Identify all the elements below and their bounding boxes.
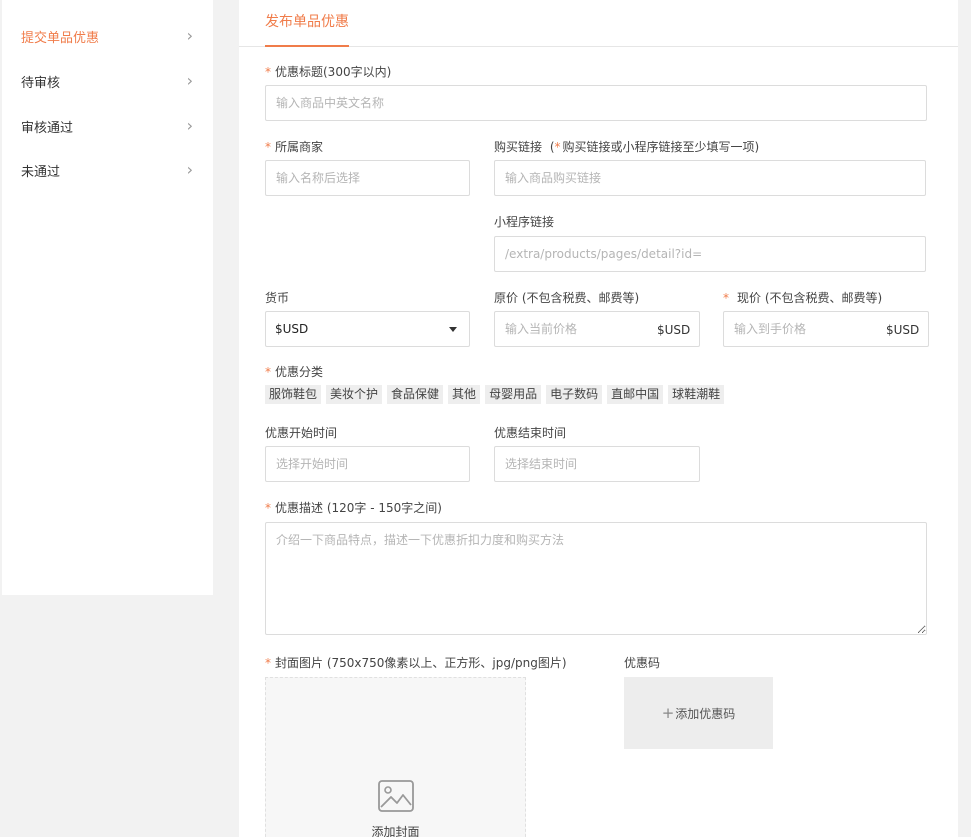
description-textarea[interactable] — [265, 522, 927, 635]
add-coupon-label: 添加优惠码 — [675, 706, 736, 721]
merchant-input[interactable] — [265, 160, 470, 196]
currency-select[interactable]: $USD — [265, 311, 470, 347]
required-mark: * — [265, 365, 271, 379]
sidebar-item-label: 未通过 — [21, 164, 61, 180]
cover-upload[interactable]: 添加封面 — [265, 677, 526, 837]
main-panel: 发布单品优惠 *优惠标题(300字以内) *所属商家 购买链接 (*购买链接或小… — [239, 0, 958, 837]
category-label: * 优惠分类 — [265, 363, 323, 380]
buy-link-label: 购买链接 (* 购买链接或小程序链接至少填写一项) — [494, 138, 759, 155]
category-tag[interactable]: 母婴用品 — [485, 385, 542, 404]
chevron-right-icon: › — [186, 116, 193, 135]
category-tags: 服饰鞋包 美妆个护 食品保健 其他 母婴用品 电子数码 直邮中国 球鞋潮鞋 — [265, 385, 725, 404]
sidebar-item-submit[interactable]: 提交单品优惠 › — [2, 14, 213, 58]
now-price-label: * 现价 (不包含税费、邮费等) — [723, 289, 882, 306]
mini-link-label: 小程序链接 — [494, 215, 555, 229]
buy-link-input[interactable] — [494, 160, 926, 196]
tab-publish-deal[interactable]: 发布单品优惠 — [265, 0, 349, 47]
sidebar-item-label: 审核通过 — [21, 120, 74, 136]
start-time-input[interactable] — [265, 446, 470, 482]
tab-bar: 发布单品优惠 — [239, 0, 958, 47]
add-coupon-button[interactable]: + 添加优惠码 — [624, 677, 773, 749]
chevron-right-icon: › — [186, 26, 193, 45]
title-input[interactable] — [265, 85, 927, 121]
currency-label: 货币 — [265, 291, 290, 305]
end-time-input[interactable] — [494, 446, 700, 482]
cover-label: * 封面图片 (750x750像素以上、正方形、jpg/png图片) — [265, 654, 567, 671]
chevron-right-icon: › — [186, 71, 193, 90]
currency-value: $USD — [275, 322, 309, 336]
add-cover-label: 添加封面 — [371, 825, 420, 837]
title-label-text: 优惠标题(300字以内) — [275, 65, 392, 79]
sidebar-item-label: 待审核 — [21, 75, 61, 91]
now-price-suffix: $USD — [886, 323, 920, 337]
now-price-label-text: 现价 (不包含税费、邮费等) — [737, 291, 883, 305]
end-time-label: 优惠结束时间 — [494, 426, 567, 440]
category-tag[interactable]: 食品保健 — [387, 385, 444, 404]
required-mark: * — [265, 656, 271, 670]
caret-down-icon — [449, 326, 457, 332]
title-label: * 优惠标题(300字以内) — [265, 63, 391, 80]
merchant-label: * 所属商家 — [265, 138, 323, 155]
mini-link-input[interactable] — [494, 236, 926, 272]
category-tag[interactable]: 其他 — [448, 385, 481, 404]
sidebar-item-label: 提交单品优惠 — [21, 30, 100, 46]
required-mark: * — [265, 501, 271, 515]
category-tag[interactable]: 服饰鞋包 — [265, 385, 322, 404]
sidebar: 提交单品优惠 › 待审核 › 审核通过 › 未通过 › — [2, 0, 213, 595]
buy-link-note-open: ( — [549, 140, 555, 154]
category-tag[interactable]: 直邮中国 — [607, 385, 664, 404]
required-mark: * — [265, 140, 271, 154]
required-mark: * — [723, 291, 729, 305]
coupon-label: 优惠码 — [624, 656, 661, 670]
orig-price-suffix: $USD — [657, 323, 691, 337]
orig-price-label: 原价 (不包含税费、邮费等) — [494, 291, 640, 305]
description-label: * 优惠描述 (120字 - 150字之间) — [265, 499, 442, 516]
category-tag[interactable]: 电子数码 — [546, 385, 603, 404]
sidebar-item-pending[interactable]: 待审核 › — [2, 59, 213, 103]
sidebar-item-rejected[interactable]: 未通过 › — [2, 148, 213, 192]
start-time-label: 优惠开始时间 — [265, 426, 338, 440]
required-mark: * — [554, 140, 561, 154]
buy-link-label-text: 购买链接 — [494, 140, 543, 154]
sidebar-item-approved[interactable]: 审核通过 › — [2, 104, 213, 148]
chevron-right-icon: › — [186, 160, 193, 179]
buy-link-note: 购买链接或小程序链接至少填写一项) — [562, 140, 760, 154]
image-icon — [378, 780, 414, 812]
category-tag[interactable]: 美妆个护 — [326, 385, 383, 404]
category-label-text: 优惠分类 — [275, 365, 324, 379]
cover-label-text: 封面图片 (750x750像素以上、正方形、jpg/png图片) — [275, 656, 567, 670]
description-label-text: 优惠描述 (120字 - 150字之间) — [275, 501, 442, 515]
category-tag[interactable]: 球鞋潮鞋 — [668, 385, 725, 404]
plus-icon: + — [661, 704, 675, 722]
merchant-label-text: 所属商家 — [275, 140, 324, 154]
required-mark: * — [265, 65, 271, 79]
